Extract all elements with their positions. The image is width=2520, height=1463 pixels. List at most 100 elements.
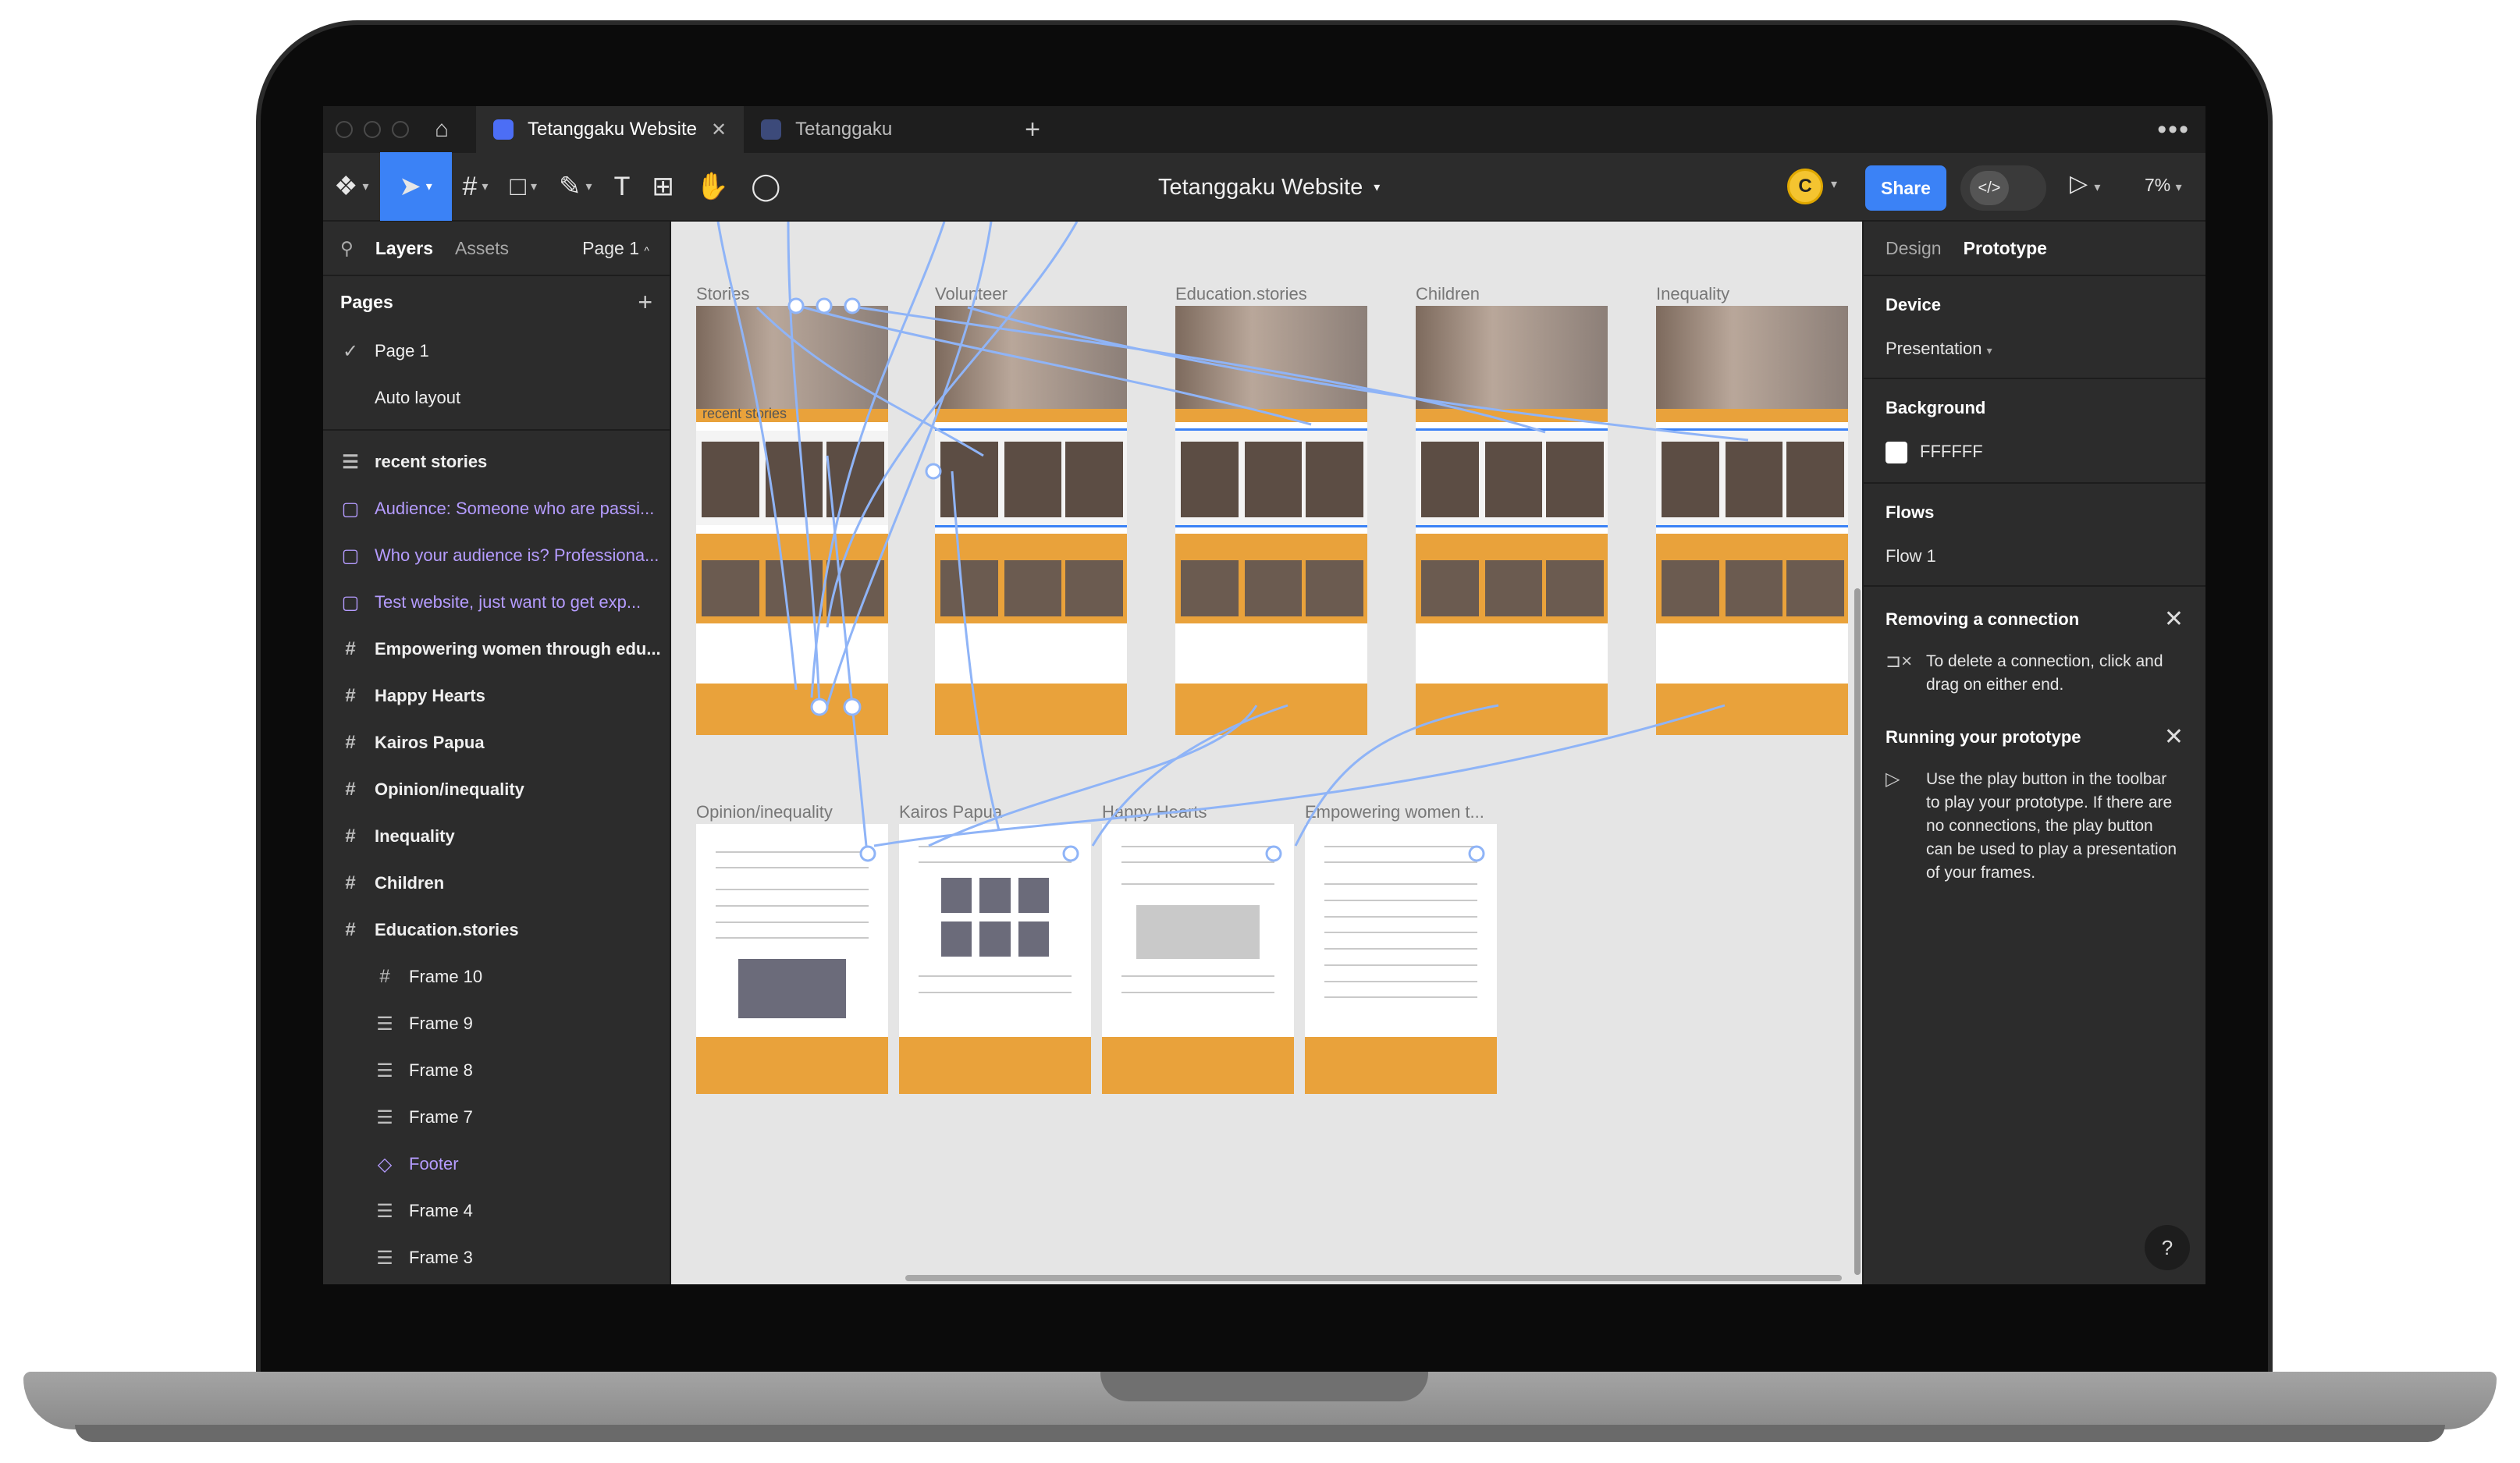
frame-icon: # bbox=[345, 826, 356, 847]
layer-label: Inequality bbox=[375, 826, 455, 846]
pen-tool-button[interactable]: ✎ ▾ bbox=[548, 152, 603, 221]
layer-item[interactable]: ☰ Frame 4 bbox=[323, 1188, 670, 1234]
new-tab-icon[interactable]: + bbox=[1025, 115, 1040, 145]
frame-tool-button[interactable]: # ▾ bbox=[452, 152, 499, 221]
frame-icon: # bbox=[345, 872, 356, 893]
horizontal-scrollbar[interactable] bbox=[905, 1275, 1842, 1281]
layer-item[interactable]: # Frame 10 bbox=[323, 953, 670, 1000]
layer-item[interactable]: # Opinion/inequality bbox=[323, 766, 670, 813]
page-item-page-1[interactable]: ✓ Page 1 bbox=[323, 328, 670, 375]
help-button[interactable]: ? bbox=[2145, 1225, 2190, 1270]
zoom-control[interactable]: 7% ▾ bbox=[2145, 175, 2182, 196]
background-hex[interactable]: FFFFFF bbox=[1920, 442, 1983, 461]
page-item-auto-layout[interactable]: Auto layout bbox=[323, 375, 670, 421]
resources-button[interactable]: ⊞ bbox=[641, 152, 685, 221]
avatar[interactable]: C bbox=[1787, 169, 1823, 204]
layer-label: Frame 8 bbox=[409, 1060, 473, 1080]
hint-body: Use the play button in the toolbar to pl… bbox=[1926, 770, 2177, 882]
tab-tetanggaku[interactable]: Tetanggaku bbox=[744, 106, 1001, 153]
layer-label: Frame 3 bbox=[409, 1248, 473, 1267]
layer-item[interactable]: ☰ Frame 9 bbox=[323, 1000, 670, 1047]
background-color-field[interactable]: FFFFFF bbox=[1886, 442, 2184, 464]
hand-tool-button[interactable]: ✋ bbox=[685, 152, 740, 221]
layer-item[interactable]: ☰ recent stories bbox=[323, 439, 670, 485]
present-play-icon[interactable]: ▷ ▾ bbox=[2070, 170, 2100, 197]
chevron-down-icon[interactable]: ▾ bbox=[1831, 176, 1837, 192]
properties-panel: Design Prototype Device Presentation ▾ B… bbox=[1862, 222, 2205, 1284]
maximize-window-button[interactable] bbox=[392, 121, 409, 138]
rectangle-icon: □ bbox=[510, 171, 527, 201]
hint-removing-connection: Removing a connection ✕ ⊐× To delete a con… bbox=[1864, 587, 2205, 705]
layer-item[interactable]: ◇ Footer bbox=[323, 1141, 670, 1188]
more-options-icon[interactable]: ••• bbox=[2157, 115, 2190, 145]
frame-icon: # bbox=[345, 732, 356, 753]
tab-layers[interactable]: Layers bbox=[375, 238, 433, 259]
shape-tool-button[interactable]: □ ▾ bbox=[499, 152, 548, 221]
tab-tetanggaku-website[interactable]: Tetanggaku Website ✕ bbox=[476, 106, 745, 153]
window-controls bbox=[336, 121, 409, 138]
code-icon: </> bbox=[1970, 171, 2009, 205]
layer-item[interactable]: # Empowering women through edu... bbox=[323, 626, 670, 673]
toolbar: ❖ ▾ ➤ ▾ # ▾ □ ▾ ✎ ▾ T ⊞ ✋ ◯ Tetanggaku Websit… bbox=[323, 152, 2205, 222]
layer-list: ☰ recent stories ▢ Audience: Someone who ar… bbox=[323, 439, 670, 1281]
page-selector-label: Page 1 bbox=[582, 237, 640, 258]
layer-item[interactable]: ▢ Test website, just want to get exp... bbox=[323, 579, 670, 626]
tab-assets[interactable]: Assets bbox=[455, 238, 509, 259]
main-menu-button[interactable]: ❖ ▾ bbox=[323, 152, 380, 221]
home-icon[interactable]: ⌂ bbox=[431, 116, 453, 142]
layer-label: Test website, just want to get exp... bbox=[375, 592, 642, 612]
comment-tool-button[interactable]: ◯ bbox=[740, 152, 791, 221]
share-button[interactable]: Share bbox=[1865, 165, 1946, 211]
page-selector[interactable]: Page 1 ^ bbox=[582, 238, 649, 259]
text-tool-button[interactable]: T bbox=[603, 152, 642, 221]
document-title[interactable]: Tetanggaku Website ▾ bbox=[1158, 153, 1380, 222]
layer-item[interactable]: ☰ Frame 7 bbox=[323, 1094, 670, 1141]
tab-label: Tetanggaku Website bbox=[528, 119, 698, 140]
prototype-connections[interactable] bbox=[671, 222, 1862, 1284]
hand-icon: ✋ bbox=[695, 172, 730, 201]
layer-label: Children bbox=[375, 873, 445, 893]
layer-item[interactable]: # Kairos Papua bbox=[323, 719, 670, 766]
frame-icon: # bbox=[345, 919, 356, 940]
layer-item[interactable]: ☰ Frame 3 bbox=[323, 1234, 670, 1281]
layer-label: Opinion/inequality bbox=[375, 779, 524, 799]
close-icon[interactable]: ✕ bbox=[2164, 605, 2184, 633]
figma-window: ⌂ Tetanggaku Website ✕ Tetanggaku + ••• … bbox=[323, 106, 2205, 1284]
comment-note-icon: ▢ bbox=[341, 498, 360, 520]
cursor-icon: ➤ bbox=[399, 172, 421, 201]
search-icon[interactable]: ⚲ bbox=[340, 238, 354, 259]
move-tool-button[interactable]: ➤ ▾ bbox=[379, 152, 452, 221]
layer-item[interactable]: # Children bbox=[323, 860, 670, 907]
design-canvas[interactable]: Stories Volunteer Education.stories Chil… bbox=[671, 222, 1862, 1284]
minimize-window-button[interactable] bbox=[364, 121, 381, 138]
layer-item[interactable]: ▢ Audience: Someone who are passi... bbox=[323, 485, 670, 532]
layer-item[interactable]: ▢ Who your audience is? Professiona... bbox=[323, 532, 670, 579]
device-select[interactable]: Presentation ▾ bbox=[1886, 339, 2184, 359]
page-label: Page 1 bbox=[375, 341, 429, 360]
flows-heading: Flows bbox=[1886, 502, 1935, 523]
add-page-icon[interactable]: + bbox=[638, 288, 652, 317]
tab-prototype[interactable]: Prototype bbox=[1964, 238, 2047, 259]
layer-item[interactable]: # Education.stories bbox=[323, 907, 670, 953]
close-tab-icon[interactable]: ✕ bbox=[711, 119, 727, 141]
close-window-button[interactable] bbox=[336, 121, 353, 138]
zoom-value: 7% bbox=[2145, 175, 2171, 195]
right-panel-tabs: Design Prototype bbox=[1864, 222, 2205, 276]
layer-label: Empowering women through edu... bbox=[375, 639, 661, 659]
tab-design[interactable]: Design bbox=[1886, 238, 1942, 259]
document-title-text: Tetanggaku Website bbox=[1158, 174, 1363, 200]
layer-item[interactable]: # Inequality bbox=[323, 813, 670, 860]
text-icon: T bbox=[613, 171, 631, 201]
device-heading: Device bbox=[1886, 295, 1941, 314]
layer-item[interactable]: # Happy Hearts bbox=[323, 673, 670, 719]
vertical-scrollbar[interactable] bbox=[1854, 588, 1861, 1275]
disconnect-icon: ⊐× bbox=[1886, 651, 1913, 673]
color-swatch[interactable] bbox=[1886, 442, 1907, 464]
autolayout-icon: ☰ bbox=[376, 1013, 393, 1035]
flow-item[interactable]: Flow 1 bbox=[1886, 546, 2184, 566]
layer-item[interactable]: ☰ Frame 8 bbox=[323, 1047, 670, 1094]
close-icon[interactable]: ✕ bbox=[2164, 723, 2184, 751]
laptop-base-foot bbox=[75, 1425, 2445, 1442]
dev-mode-toggle[interactable]: </> bbox=[1960, 165, 2046, 211]
layer-label: Frame 4 bbox=[409, 1201, 473, 1220]
